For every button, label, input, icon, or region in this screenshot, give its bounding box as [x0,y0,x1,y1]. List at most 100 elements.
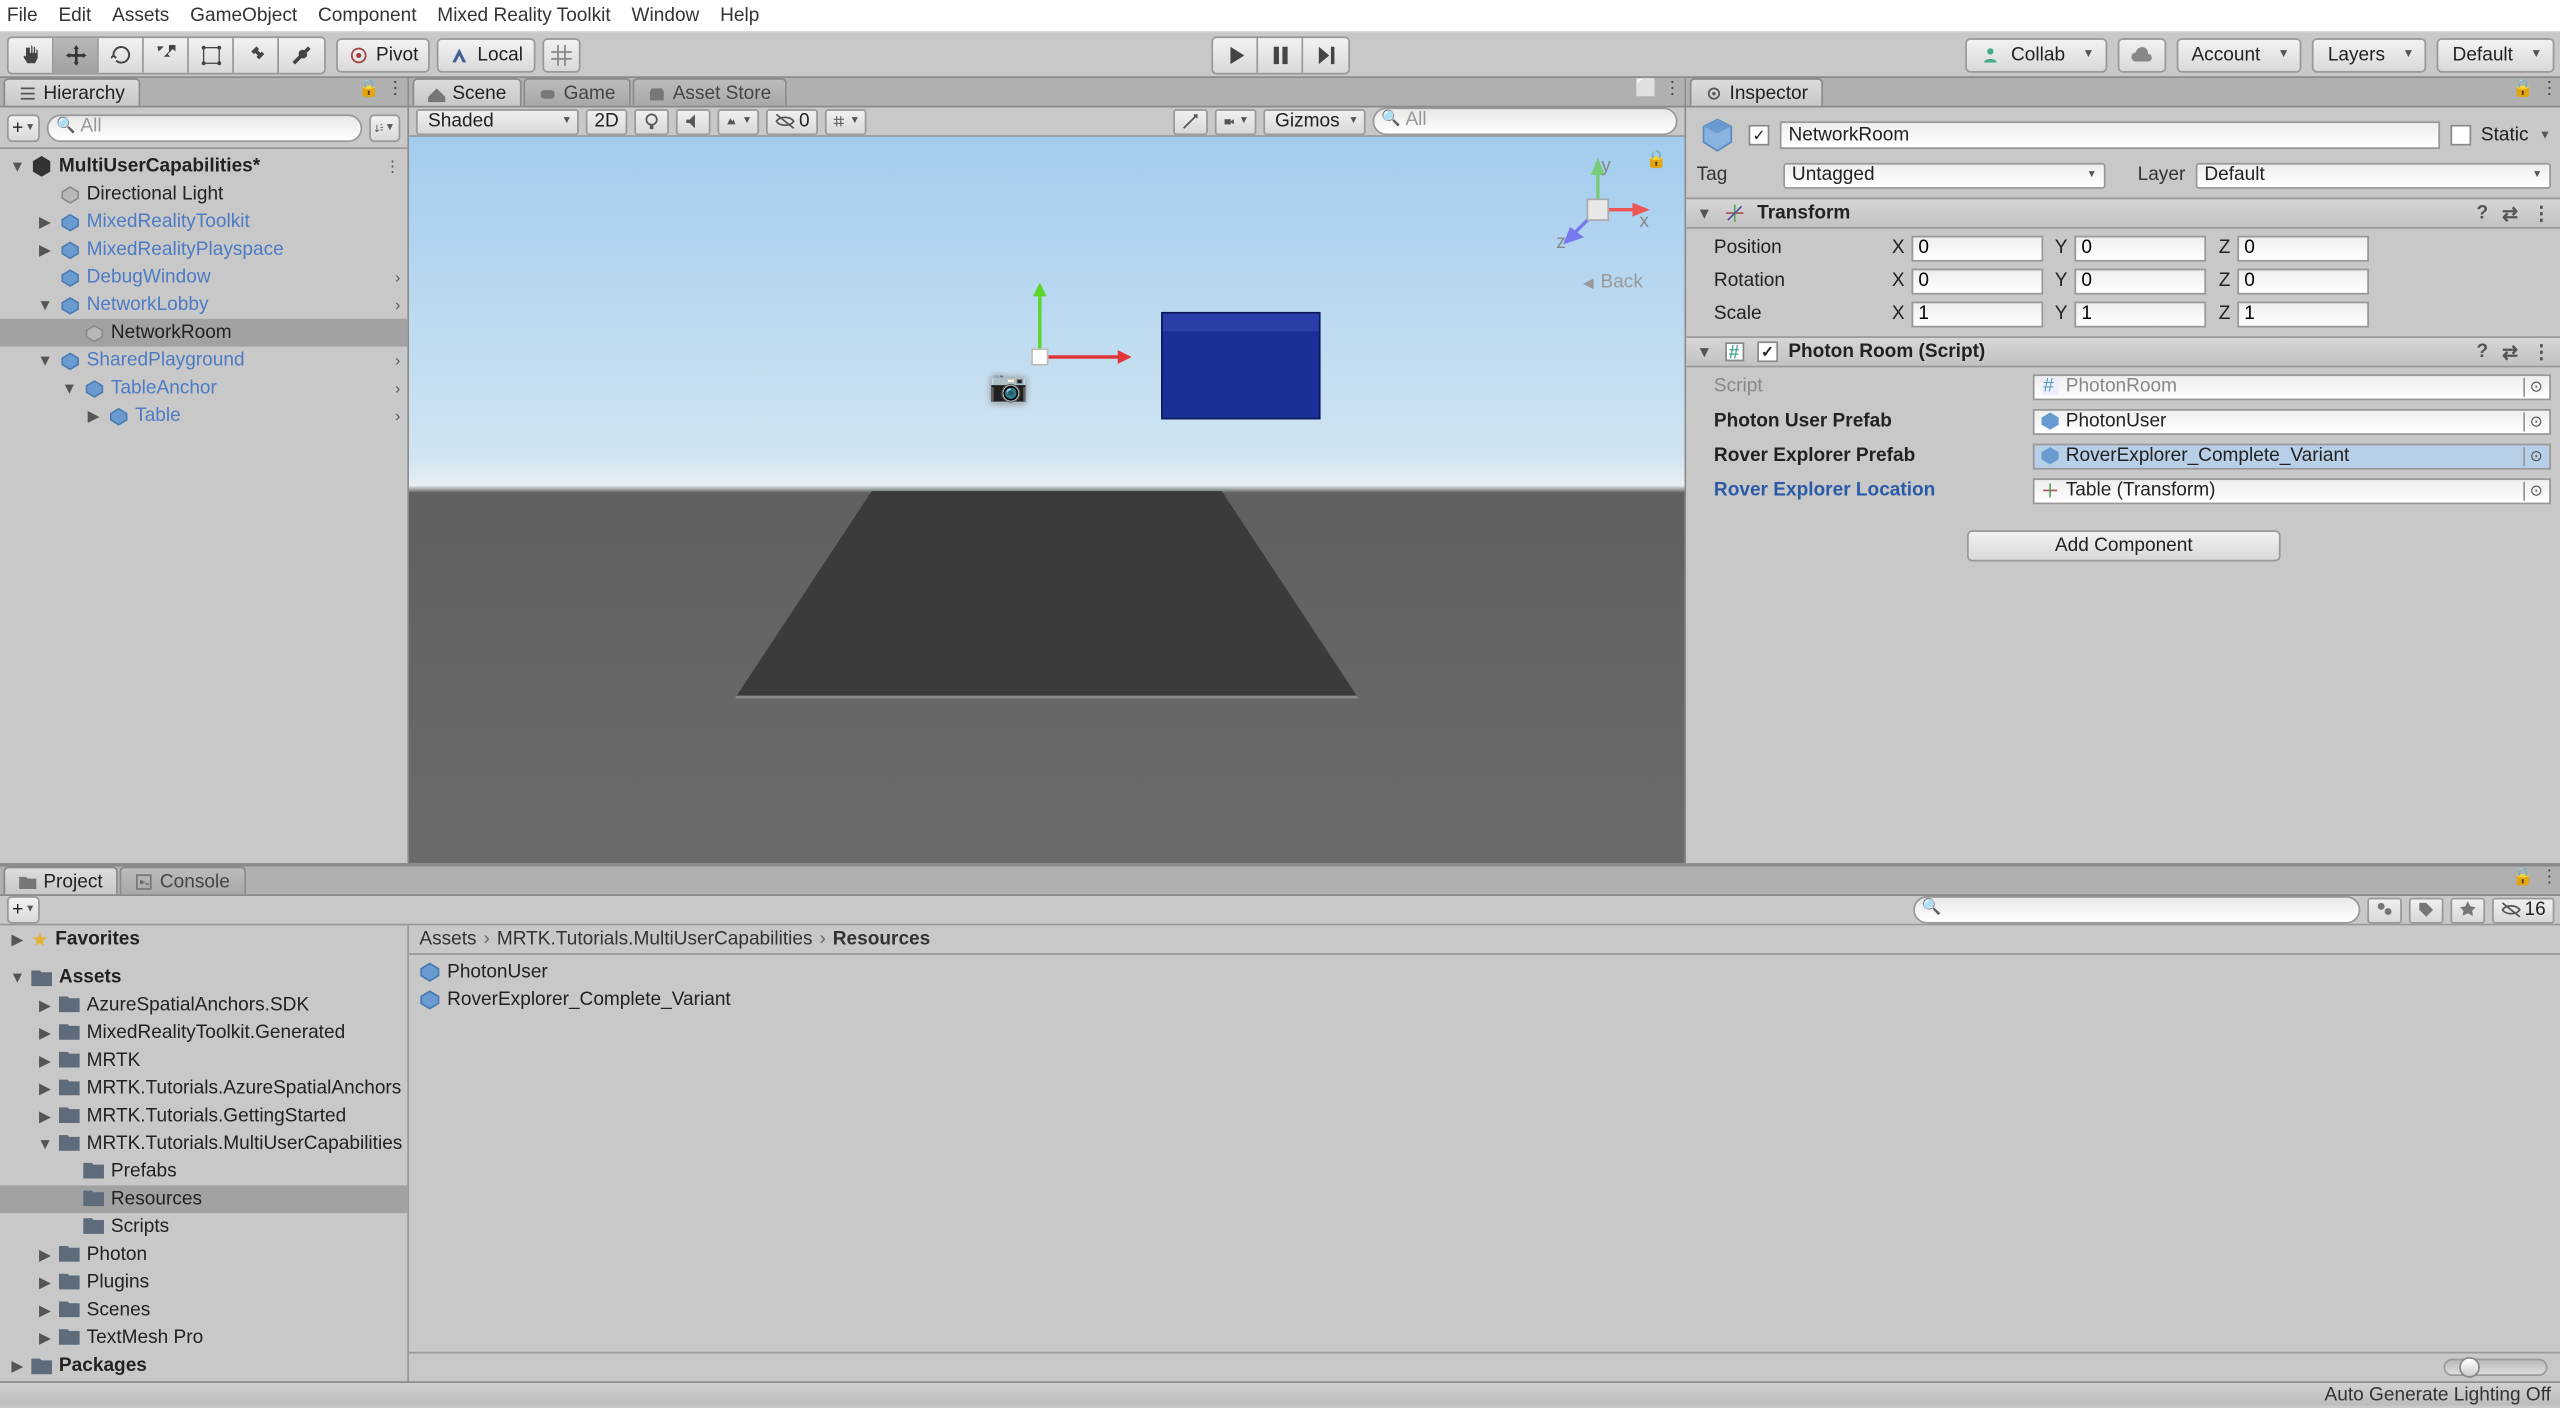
hand-tool[interactable] [9,37,54,72]
search-by-label[interactable] [2408,897,2443,923]
draw-mode[interactable]: Shaded [416,108,579,134]
component-menu-icon[interactable]: ⋮ [2532,341,2551,364]
foldout-icon[interactable] [7,158,28,175]
crumb-current[interactable]: Resources [833,929,931,950]
hierarchy-item[interactable]: MixedRealityPlayspace [0,236,407,264]
audio-toggle[interactable] [676,108,711,134]
perspective-label[interactable]: Back [1583,272,1643,293]
help-icon[interactable]: ? [2477,341,2489,364]
fx-toggle[interactable] [718,108,760,134]
rotate-tool[interactable] [99,37,144,72]
menu-assets[interactable]: Assets [112,5,169,26]
foldout-icon[interactable] [35,240,56,259]
folder-item[interactable]: Resources [0,1185,407,1213]
tools-toggle[interactable] [1173,108,1208,134]
hierarchy-item[interactable]: MixedRealityToolkit [0,208,407,236]
lighting-toggle[interactable] [634,108,669,134]
x-field[interactable] [1911,235,2043,261]
foldout-icon[interactable] [35,996,56,1015]
menu-window[interactable]: Window [632,5,700,26]
z-field[interactable] [2237,268,2369,294]
folder-item[interactable]: Plugins [0,1269,407,1297]
hierarchy-item[interactable]: SharedPlayground› [0,347,407,375]
rect-tool[interactable] [189,37,234,72]
object-picker[interactable] [2523,481,2547,500]
y-axis-handle[interactable] [1039,285,1042,354]
create-dropdown[interactable]: + [7,114,41,142]
photon-header[interactable]: # Photon Room (Script) ? ⇄ ⋮ [1686,336,2560,367]
context-menu-icon[interactable]: ⋮ [2541,80,2558,99]
search-by-type[interactable] [2367,897,2402,923]
gameobject-name-field[interactable]: NetworkRoom [1780,121,2439,149]
account-dropdown[interactable]: Account [2176,37,2302,72]
foldout-icon[interactable] [7,969,28,986]
foldout-icon[interactable] [35,296,56,313]
foldout-icon[interactable] [35,1301,56,1320]
preset-icon[interactable]: ⇄ [2502,202,2518,225]
inspector-tab[interactable]: Inspector [1690,78,1824,106]
foldout-icon[interactable] [35,1245,56,1264]
foldout-icon[interactable] [35,352,56,369]
foldout-icon[interactable] [35,1051,56,1070]
foldout-icon[interactable] [1697,343,1712,360]
foldout-icon[interactable] [35,1273,56,1292]
folder-item[interactable]: Prefabs [0,1158,407,1186]
save-search[interactable] [2450,897,2485,923]
gizmo-origin[interactable] [1032,348,1049,365]
game-tab[interactable]: Game [524,78,631,106]
foldout-icon[interactable] [7,930,28,949]
foldout-icon[interactable] [35,1135,56,1152]
z-field[interactable] [2237,301,2369,327]
cloud-button[interactable] [2117,37,2166,72]
console-tab[interactable]: Console [120,867,245,895]
y-field[interactable] [2074,235,2206,261]
static-checkbox[interactable] [2450,125,2471,146]
hierarchy-item[interactable]: NetworkRoom [0,319,407,347]
hierarchy-tree[interactable]: MultiUserCapabilities* ⋮ Directional Lig… [0,149,407,863]
lock-icon[interactable]: 🔒 [2512,80,2534,99]
lock-icon[interactable]: 🔒 [358,80,380,99]
object-picker[interactable] [2523,446,2547,465]
gameobject-icon[interactable] [1697,114,1739,156]
crumb-assets[interactable]: Assets [419,929,476,950]
rover-prefab-field[interactable]: RoverExplorer_Complete_Variant [2033,443,2551,469]
layer-dropdown[interactable]: Default [2196,162,2551,188]
y-field[interactable] [2074,268,2206,294]
lock-icon[interactable]: 🔒 [2512,868,2534,887]
object-picker[interactable] [2523,377,2547,396]
hierarchy-search[interactable]: All [47,114,362,142]
add-component-button[interactable]: Add Component [1967,530,2282,561]
foldout-icon[interactable] [35,212,56,231]
layout-dropdown[interactable]: Default [2437,37,2554,72]
custom-tool[interactable] [279,37,324,72]
rover-location-field[interactable]: Table (Transform) [2033,477,2551,503]
foldout-icon[interactable] [35,1328,56,1347]
scene-menu[interactable]: ⋮ [385,157,401,176]
menu-file[interactable]: File [7,5,38,26]
camera-toggle[interactable] [1214,108,1256,134]
hierarchy-sort[interactable] [369,114,400,142]
x-axis-handle[interactable] [1042,355,1129,358]
maximize-icon[interactable]: ⬜ [1635,80,1657,99]
active-checkbox[interactable] [1749,125,1770,146]
folder-item[interactable]: MRTK.Tutorials.GettingStarted [0,1102,407,1130]
snap-toggle[interactable] [542,37,580,72]
foldout-icon[interactable] [7,1356,28,1375]
folder-item[interactable]: MRTK [0,1047,407,1075]
foldout-icon[interactable] [35,1079,56,1098]
preset-icon[interactable]: ⇄ [2502,341,2518,364]
icon-size-slider[interactable] [2444,1359,2548,1376]
folder-item[interactable]: Photon [0,1241,407,1269]
hidden-toggle[interactable]: 0 [766,108,818,134]
assets-root[interactable]: Assets [0,964,407,992]
step-button[interactable] [1303,37,1348,72]
gizmos-dropdown[interactable]: Gizmos [1263,108,1366,134]
list-item[interactable]: RoverExplorer_Complete_Variant [419,986,2551,1014]
transform-header[interactable]: Transform ? ⇄ ⋮ [1686,198,2560,229]
hierarchy-item[interactable]: Directional Light [0,180,407,208]
hierarchy-item[interactable]: Table› [0,402,407,430]
menu-mrtk[interactable]: Mixed Reality Toolkit [437,5,610,26]
scene-viewport[interactable]: 📷 🔒 y x [409,137,1684,863]
hierarchy-item[interactable]: TableAnchor› [0,374,407,402]
scene-search[interactable]: All [1373,107,1678,135]
